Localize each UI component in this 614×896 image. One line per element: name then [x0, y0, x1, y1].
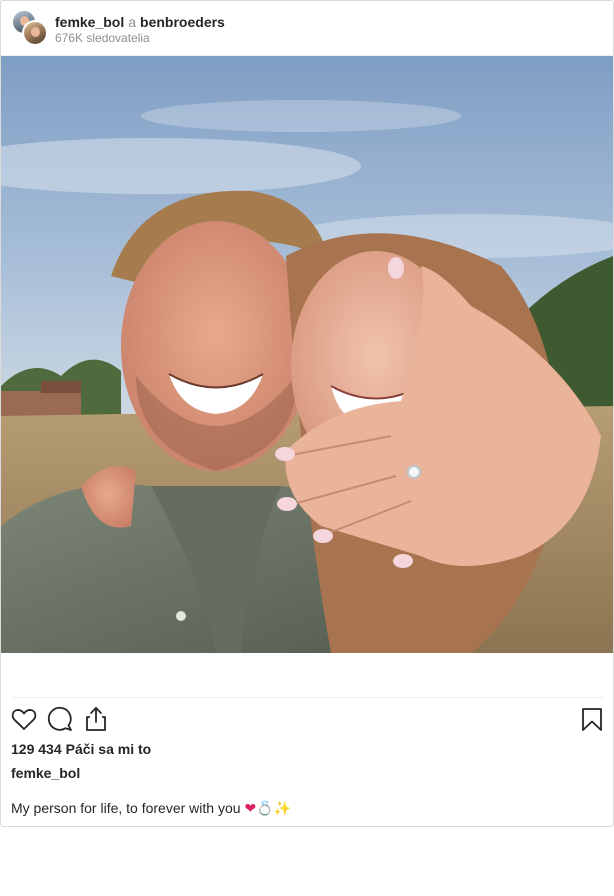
caption-text: My person for life, to forever with you: [11, 800, 241, 816]
share-button[interactable]: [82, 705, 110, 733]
author-secondary-link[interactable]: benbroeders: [140, 14, 225, 30]
likes-summary[interactable]: 129 434 Páči sa mi to: [11, 740, 151, 758]
like-button[interactable]: [10, 705, 38, 733]
share-icon: [86, 707, 106, 731]
author-conjunction: a: [128, 14, 137, 30]
photo-spacer: [1, 653, 613, 697]
red-heart-emoji: ❤: [244, 801, 257, 817]
author-primary-link[interactable]: femke_bol: [55, 14, 124, 30]
likes-label: Páči sa mi to: [65, 741, 152, 757]
post-photo[interactable]: [1, 56, 613, 653]
comment-bubble-icon: [47, 706, 72, 731]
post-header: femke_bol a benbroeders 676K sledovatelia: [1, 1, 613, 56]
ring-emoji: 💍: [256, 801, 274, 817]
heart-outline-icon: [11, 709, 37, 730]
post-actions: [1, 701, 613, 737]
avatar-benbroeders[interactable]: [22, 20, 48, 46]
sparkles-emoji: ✨: [273, 801, 292, 817]
instagram-post-card: femke_bol a benbroeders 676K sledovatelia: [0, 0, 614, 827]
engagement-selfie-image: [1, 56, 613, 653]
bookmark-icon: [582, 708, 602, 731]
comment-button[interactable]: [46, 705, 74, 733]
actions-divider: [11, 697, 603, 698]
author-names: femke_bol a benbroeders: [55, 14, 225, 30]
caption-author[interactable]: femke_bol: [11, 764, 80, 782]
post-caption: My person for life, to forever with you …: [11, 799, 291, 818]
follower-count: 676K sledovatelia: [55, 31, 150, 45]
collab-avatars[interactable]: [11, 9, 48, 46]
save-button[interactable]: [578, 705, 606, 733]
likes-count: 129 434: [11, 741, 62, 757]
